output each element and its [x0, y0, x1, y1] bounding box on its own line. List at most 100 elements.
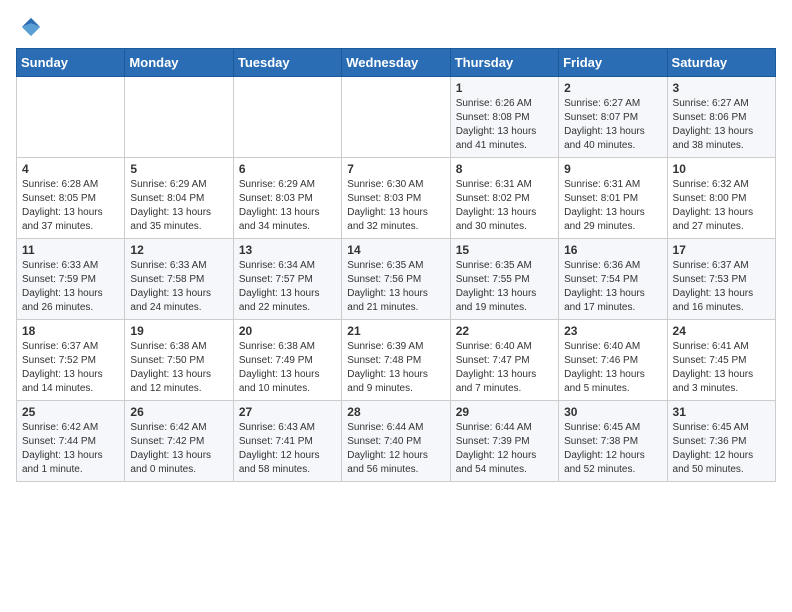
- day-number: 18: [22, 324, 119, 338]
- day-header-friday: Friday: [559, 49, 667, 77]
- day-info: Sunrise: 6:31 AMSunset: 8:02 PMDaylight:…: [456, 178, 553, 234]
- calendar-cell: 3Sunrise: 6:27 AMSunset: 8:06 PMDaylight…: [667, 77, 775, 158]
- day-info: Sunrise: 6:42 AMSunset: 7:44 PMDaylight:…: [22, 421, 119, 477]
- day-header-tuesday: Tuesday: [233, 49, 341, 77]
- day-info: Sunrise: 6:31 AMSunset: 8:01 PMDaylight:…: [564, 178, 661, 234]
- day-number: 29: [456, 405, 553, 419]
- calendar-cell: 17 Sunrise: 6:37 AMSunset: 7:53 PMDayligh…: [667, 239, 775, 320]
- calendar-table: SundayMondayTuesdayWednesdayThursdayFrid…: [16, 48, 776, 482]
- day-info: Sunrise: 6:36 AMSunset: 7:54 PMDaylight:…: [564, 259, 661, 315]
- day-header-sunday: Sunday: [17, 49, 125, 77]
- day-number: 4: [22, 162, 119, 176]
- calendar-cell: 10Sunrise: 6:32 AMSunset: 8:00 PMDayligh…: [667, 158, 775, 239]
- day-header-wednesday: Wednesday: [342, 49, 450, 77]
- calendar-cell: 7 Sunrise: 6:30 AMSunset: 8:03 PMDaylight…: [342, 158, 450, 239]
- calendar-week-4: 18 Sunrise: 6:37 AMSunset: 7:52 PMDayligh…: [17, 320, 776, 401]
- calendar-cell: 23 Sunrise: 6:40 AMSunset: 7:46 PMDayligh…: [559, 320, 667, 401]
- calendar-cell: 12Sunrise: 6:33 AMSunset: 7:58 PMDayligh…: [125, 239, 233, 320]
- calendar-cell: 11 Sunrise: 6:33 AMSunset: 7:59 PMDayligh…: [17, 239, 125, 320]
- day-info: Sunrise: 6:35 AMSunset: 7:55 PMDaylight:…: [456, 259, 553, 315]
- day-info: Sunrise: 6:40 AMSunset: 7:46 PMDaylight:…: [564, 340, 661, 396]
- day-header-thursday: Thursday: [450, 49, 558, 77]
- calendar-week-1: 1Sunrise: 6:26 AMSunset: 8:08 PMDaylight…: [17, 77, 776, 158]
- day-info: Sunrise: 6:29 AMSunset: 8:04 PMDaylight:…: [130, 178, 227, 234]
- calendar-cell: 18 Sunrise: 6:37 AMSunset: 7:52 PMDayligh…: [17, 320, 125, 401]
- calendar-cell: 24 Sunrise: 6:41 AMSunset: 7:45 PMDayligh…: [667, 320, 775, 401]
- day-info: Sunrise: 6:29 AMSunset: 8:03 PMDaylight:…: [239, 178, 336, 234]
- calendar-cell: 29 Sunrise: 6:44 AMSunset: 7:39 PMDayligh…: [450, 401, 558, 482]
- day-number: 13: [239, 243, 336, 257]
- day-info: Sunrise: 6:39 AMSunset: 7:48 PMDaylight:…: [347, 340, 444, 396]
- calendar-cell: 2Sunrise: 6:27 AMSunset: 8:07 PMDaylight…: [559, 77, 667, 158]
- calendar-cell: 14Sunrise: 6:35 AMSunset: 7:56 PMDayligh…: [342, 239, 450, 320]
- calendar-cell: 8 Sunrise: 6:31 AMSunset: 8:02 PMDaylight…: [450, 158, 558, 239]
- calendar-cell: 9 Sunrise: 6:31 AMSunset: 8:01 PMDaylight…: [559, 158, 667, 239]
- day-number: 17: [673, 243, 770, 257]
- day-info: Sunrise: 6:27 AMSunset: 8:07 PMDaylight:…: [564, 97, 661, 153]
- calendar-cell: [233, 77, 341, 158]
- day-info: Sunrise: 6:37 AMSunset: 7:53 PMDaylight:…: [673, 259, 770, 315]
- calendar-cell: 16 Sunrise: 6:36 AMSunset: 7:54 PMDayligh…: [559, 239, 667, 320]
- logo-icon: [20, 16, 42, 38]
- day-info: Sunrise: 6:45 AMSunset: 7:38 PMDaylight:…: [564, 421, 661, 477]
- day-info: Sunrise: 6:37 AMSunset: 7:52 PMDaylight:…: [22, 340, 119, 396]
- calendar-cell: 26 Sunrise: 6:42 AMSunset: 7:42 PMDayligh…: [125, 401, 233, 482]
- day-number: 23: [564, 324, 661, 338]
- calendar-cell: 19Sunrise: 6:38 AMSunset: 7:50 PMDayligh…: [125, 320, 233, 401]
- day-info: Sunrise: 6:26 AMSunset: 8:08 PMDaylight:…: [456, 97, 553, 153]
- day-number: 24: [673, 324, 770, 338]
- day-number: 26: [130, 405, 227, 419]
- calendar-cell: 13 Sunrise: 6:34 AMSunset: 7:57 PMDayligh…: [233, 239, 341, 320]
- day-number: 30: [564, 405, 661, 419]
- calendar-cell: 30 Sunrise: 6:45 AMSunset: 7:38 PMDayligh…: [559, 401, 667, 482]
- day-number: 27: [239, 405, 336, 419]
- calendar-cell: 4 Sunrise: 6:28 AMSunset: 8:05 PMDaylight…: [17, 158, 125, 239]
- day-info: Sunrise: 6:34 AMSunset: 7:57 PMDaylight:…: [239, 259, 336, 315]
- calendar-cell: 25Sunrise: 6:42 AMSunset: 7:44 PMDayligh…: [17, 401, 125, 482]
- calendar-cell: 27 Sunrise: 6:43 AMSunset: 7:41 PMDayligh…: [233, 401, 341, 482]
- day-number: 8: [456, 162, 553, 176]
- calendar-cell: 21Sunrise: 6:39 AMSunset: 7:48 PMDayligh…: [342, 320, 450, 401]
- day-number: 9: [564, 162, 661, 176]
- calendar-cell: 31 Sunrise: 6:45 AMSunset: 7:36 PMDayligh…: [667, 401, 775, 482]
- calendar-cell: [342, 77, 450, 158]
- calendar-week-3: 11 Sunrise: 6:33 AMSunset: 7:59 PMDayligh…: [17, 239, 776, 320]
- day-info: Sunrise: 6:42 AMSunset: 7:42 PMDaylight:…: [130, 421, 227, 477]
- calendar-cell: [125, 77, 233, 158]
- calendar-cell: 1Sunrise: 6:26 AMSunset: 8:08 PMDaylight…: [450, 77, 558, 158]
- day-number: 19: [130, 324, 227, 338]
- calendar-cell: 6 Sunrise: 6:29 AMSunset: 8:03 PMDaylight…: [233, 158, 341, 239]
- day-info: Sunrise: 6:44 AMSunset: 7:40 PMDaylight:…: [347, 421, 444, 477]
- day-info: Sunrise: 6:28 AMSunset: 8:05 PMDaylight:…: [22, 178, 119, 234]
- day-header-saturday: Saturday: [667, 49, 775, 77]
- logo: [16, 16, 42, 38]
- calendar-cell: 22Sunrise: 6:40 AMSunset: 7:47 PMDayligh…: [450, 320, 558, 401]
- day-number: 5: [130, 162, 227, 176]
- day-info: Sunrise: 6:35 AMSunset: 7:56 PMDaylight:…: [347, 259, 444, 315]
- day-info: Sunrise: 6:33 AMSunset: 7:59 PMDaylight:…: [22, 259, 119, 315]
- day-info: Sunrise: 6:30 AMSunset: 8:03 PMDaylight:…: [347, 178, 444, 234]
- day-number: 3: [673, 81, 770, 95]
- day-info: Sunrise: 6:43 AMSunset: 7:41 PMDaylight:…: [239, 421, 336, 477]
- day-info: Sunrise: 6:45 AMSunset: 7:36 PMDaylight:…: [673, 421, 770, 477]
- day-info: Sunrise: 6:40 AMSunset: 7:47 PMDaylight:…: [456, 340, 553, 396]
- day-number: 11: [22, 243, 119, 257]
- calendar-cell: 5 Sunrise: 6:29 AMSunset: 8:04 PMDaylight…: [125, 158, 233, 239]
- day-number: 31: [673, 405, 770, 419]
- day-number: 20: [239, 324, 336, 338]
- day-number: 15: [456, 243, 553, 257]
- page-header: [16, 16, 776, 38]
- calendar-cell: 28 Sunrise: 6:44 AMSunset: 7:40 PMDayligh…: [342, 401, 450, 482]
- calendar-week-5: 25Sunrise: 6:42 AMSunset: 7:44 PMDayligh…: [17, 401, 776, 482]
- day-number: 16: [564, 243, 661, 257]
- day-number: 28: [347, 405, 444, 419]
- day-info: Sunrise: 6:32 AMSunset: 8:00 PMDaylight:…: [673, 178, 770, 234]
- calendar-cell: 15 Sunrise: 6:35 AMSunset: 7:55 PMDayligh…: [450, 239, 558, 320]
- day-header-monday: Monday: [125, 49, 233, 77]
- day-info: Sunrise: 6:44 AMSunset: 7:39 PMDaylight:…: [456, 421, 553, 477]
- calendar-header-row: SundayMondayTuesdayWednesdayThursdayFrid…: [17, 49, 776, 77]
- day-number: 12: [130, 243, 227, 257]
- day-number: 7: [347, 162, 444, 176]
- day-info: Sunrise: 6:41 AMSunset: 7:45 PMDaylight:…: [673, 340, 770, 396]
- day-number: 6: [239, 162, 336, 176]
